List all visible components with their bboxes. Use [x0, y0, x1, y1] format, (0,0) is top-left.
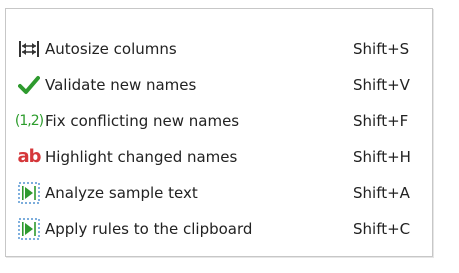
highlight-ab-icon: ab	[17, 146, 41, 167]
menu-item-autosize-columns[interactable]: Autosize columns Shift+S	[17, 32, 425, 66]
menu-item-shortcut: Shift+V	[353, 76, 410, 94]
context-menu: Autosize columns Shift+S Validate new na…	[5, 8, 433, 257]
menu-item-shortcut: Shift+C	[353, 220, 411, 238]
checkmark-icon	[17, 73, 41, 97]
menu-item-label: Validate new names	[45, 76, 197, 94]
menu-item-fix-conflicting-new-names[interactable]: (1,2) Fix conflicting new names Shift+F	[14, 104, 425, 138]
menu-item-label: Apply rules to the clipboard	[45, 220, 253, 238]
menu-item-shortcut: Shift+S	[353, 40, 410, 58]
menu-item-label: Autosize columns	[45, 40, 177, 58]
menu-item-validate-new-names[interactable]: Validate new names Shift+V	[17, 68, 425, 102]
menu-item-label: Highlight changed names	[45, 148, 238, 166]
menu-item-analyze-sample-text[interactable]: Analyze sample text Shift+A	[17, 176, 425, 210]
menu-item-shortcut: Shift+F	[353, 112, 409, 130]
apply-rules-clipboard-icon	[17, 217, 41, 241]
menu-item-label: Analyze sample text	[45, 184, 198, 202]
menu-item-apply-rules-to-clipboard[interactable]: Apply rules to the clipboard Shift+C	[17, 212, 425, 246]
menu-item-label: Fix conflicting new names	[45, 112, 240, 130]
menu-item-shortcut: Shift+A	[353, 184, 410, 202]
autosize-columns-icon	[17, 37, 41, 61]
page: Autosize columns Shift+S Validate new na…	[0, 0, 459, 273]
conflict-coordinates-icon: (1,2)	[14, 113, 44, 129]
analyze-text-icon	[17, 181, 41, 205]
menu-item-shortcut: Shift+H	[353, 148, 411, 166]
menu-item-highlight-changed-names[interactable]: ab Highlight changed names Shift+H	[17, 140, 425, 174]
